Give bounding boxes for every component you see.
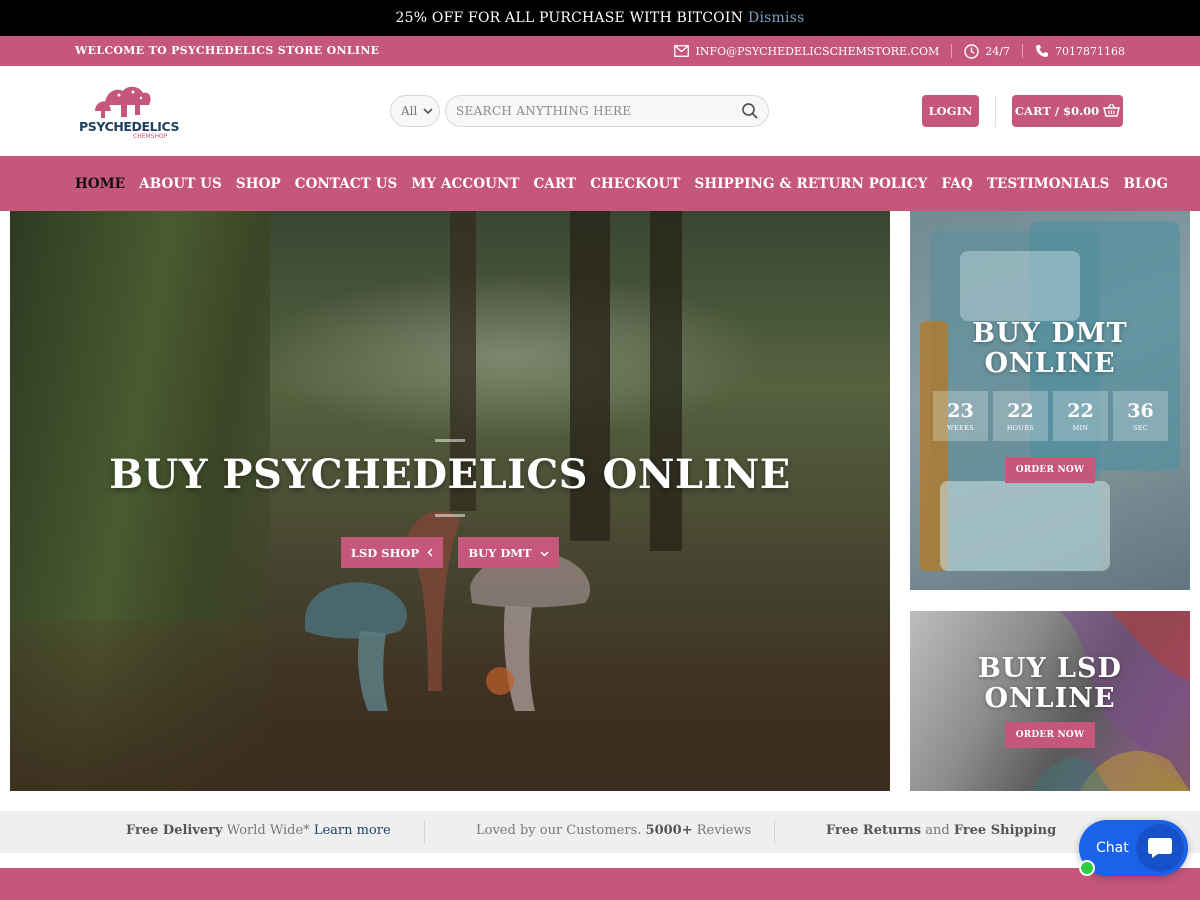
- welcome-text: WELCOME TO PSYCHEDELICS STORE ONLINE: [75, 44, 380, 57]
- feature-text: Loved by our Customers.: [476, 823, 642, 838]
- feature-text: World Wide*: [226, 823, 310, 838]
- phone-link[interactable]: 7017871168: [1035, 44, 1125, 58]
- dismiss-link[interactable]: Dismiss: [748, 10, 804, 26]
- mushroom-logo-icon: [95, 86, 151, 118]
- cart-button[interactable]: CART / $0.00: [1012, 95, 1123, 127]
- category-select[interactable]: All: [390, 95, 440, 127]
- nav-item-faq[interactable]: FAQ: [941, 176, 972, 192]
- promo-dmt-title: BUY DMT ONLINE: [910, 319, 1190, 379]
- countdown-timer: 23 WEEKS 22 HOURS 22 MIN 36 SEC: [933, 391, 1168, 441]
- phone-text: 7017871168: [1055, 44, 1125, 58]
- nav-item-checkout[interactable]: CHECKOUT: [590, 176, 680, 192]
- learn-more-link[interactable]: Learn more: [314, 823, 391, 838]
- promo-buy-lsd[interactable]: BUY LSD ONLINE ORDER NOW: [910, 611, 1190, 791]
- promo-notice-bar: 25% OFF FOR ALL PURCHASE WITH BITCOIN Di…: [0, 0, 1200, 36]
- title-divider: [435, 514, 465, 517]
- chat-bubble-icon: [1136, 824, 1184, 872]
- feature-bold-text: Free Shipping: [953, 823, 1057, 838]
- notice-text: 25% OFF FOR ALL PURCHASE WITH BITCOIN: [395, 10, 744, 26]
- logo-text: PSYCHEDELICS: [79, 119, 180, 134]
- online-status-indicator: [1079, 860, 1095, 876]
- email-link[interactable]: INFO@PSYCHEDELICSCHEMSTORE.COM: [674, 45, 939, 58]
- countdown-seconds: 36 SEC: [1113, 391, 1168, 441]
- divider: [424, 820, 425, 844]
- basket-icon: [1103, 103, 1121, 120]
- countdown-minutes: 22 MIN: [1053, 391, 1108, 441]
- chevron-down-icon: [423, 104, 433, 118]
- lsd-shop-label: LSD SHOP: [350, 545, 420, 560]
- hours-info: 24/7: [964, 43, 1010, 59]
- hero-banner: BUY PSYCHEDELICS ONLINE LSD SHOP BUY DMT: [10, 211, 890, 791]
- nav-item-cart[interactable]: CART: [534, 176, 577, 192]
- countdown-label: SEC: [1132, 424, 1149, 432]
- chevron-down-icon: [540, 546, 549, 560]
- chat-label: Chat: [1096, 840, 1129, 856]
- feature-bold-text: Free Returns: [826, 823, 922, 838]
- envelope-icon: [674, 45, 690, 57]
- clock-icon: [964, 43, 979, 59]
- hours-text: 24/7: [985, 44, 1010, 58]
- feature-free-delivery: Free Delivery World Wide* Learn more: [126, 823, 391, 838]
- countdown-number: 23: [947, 400, 974, 422]
- nav-item-shop[interactable]: SHOP: [236, 176, 281, 192]
- promo-buy-dmt[interactable]: BUY DMT ONLINE 23 WEEKS 22 HOURS 22 MIN …: [910, 211, 1190, 590]
- search-input[interactable]: [446, 104, 726, 118]
- nav-item-blog[interactable]: BLOG: [1124, 176, 1169, 192]
- title-divider: [435, 439, 465, 442]
- nav-item-about-us[interactable]: ABOUT US: [139, 176, 222, 192]
- divider: [1022, 44, 1023, 58]
- nav-item-shipping-return-policy[interactable]: SHIPPING & RETURN POLICY: [695, 176, 928, 192]
- mushroom-illustration: [305, 510, 590, 711]
- promo-lsd-title: BUY LSD ONLINE: [910, 654, 1190, 714]
- order-now-button[interactable]: ORDER NOW: [1005, 457, 1095, 483]
- divider: [774, 820, 775, 844]
- chevron-left-icon: [427, 546, 433, 560]
- contact-info: INFO@PSYCHEDELICSCHEMSTORE.COM 24/7 7017…: [674, 36, 1125, 66]
- feature-bold-text: 5000+: [645, 823, 693, 838]
- countdown-label: HOURS: [1006, 424, 1035, 432]
- countdown-label: MIN: [1072, 424, 1089, 432]
- login-button[interactable]: LOGIN: [922, 95, 979, 127]
- buy-dmt-button[interactable]: BUY DMT: [458, 537, 559, 568]
- divider: [951, 44, 953, 58]
- lsd-shop-button[interactable]: LSD SHOP: [341, 537, 443, 568]
- divider: [995, 95, 996, 127]
- countdown-number: 36: [1127, 400, 1154, 422]
- hero-title: BUY PSYCHEDELICS ONLINE: [109, 451, 791, 498]
- nav-item-contact-us[interactable]: CONTACT US: [295, 176, 398, 192]
- nav-item-testimonials[interactable]: TESTIMONIALS: [987, 176, 1110, 192]
- countdown-number: 22: [1067, 400, 1094, 422]
- order-now-button[interactable]: ORDER NOW: [1005, 722, 1095, 748]
- main-nav: HOME ABOUT US SHOP CONTACT US MY ACCOUNT…: [0, 156, 1200, 211]
- countdown-number: 22: [1007, 400, 1034, 422]
- promo-lsd-title-line1: BUY LSD: [978, 653, 1122, 684]
- promo-dmt-title-line2: ONLINE: [984, 348, 1116, 379]
- feature-reviews: Loved by our Customers. 5000+ Reviews: [476, 823, 751, 838]
- feature-free-returns: Free Returns and Free Shipping: [826, 823, 1056, 838]
- search-bar: [445, 95, 769, 127]
- countdown-label: WEEKS: [947, 424, 974, 432]
- countdown-hours: 22 HOURS: [993, 391, 1048, 441]
- email-text: INFO@PSYCHEDELICSCHEMSTORE.COM: [695, 44, 940, 58]
- site-logo[interactable]: PSYCHEDELICS CHEMSHOP: [77, 83, 180, 141]
- site-header: PSYCHEDELICS CHEMSHOP All LOGIN CART / $…: [0, 66, 1200, 156]
- chat-widget-button[interactable]: Chat: [1079, 820, 1188, 876]
- top-bar: WELCOME TO PSYCHEDELICS STORE ONLINE INF…: [0, 36, 1200, 66]
- promo-dmt-title-line1: BUY DMT: [972, 318, 1128, 349]
- cart-label: CART / $0.00: [1014, 104, 1100, 118]
- logo-subtext: CHEMSHOP: [133, 133, 168, 140]
- nav-item-my-account[interactable]: MY ACCOUNT: [411, 176, 519, 192]
- category-value: All: [401, 104, 418, 118]
- features-strip: Free Delivery World Wide* Learn more Lov…: [0, 811, 1200, 853]
- promo-lsd-title-line2: ONLINE: [984, 683, 1116, 714]
- nav-item-home[interactable]: HOME: [75, 176, 125, 192]
- footer-band: [0, 868, 1200, 900]
- search-icon[interactable]: [741, 102, 759, 124]
- feature-text: Reviews: [696, 823, 752, 838]
- buy-dmt-label: BUY DMT: [468, 545, 532, 560]
- feature-bold-text: Free Delivery: [126, 823, 223, 838]
- phone-icon: [1035, 44, 1049, 58]
- countdown-weeks: 23 WEEKS: [933, 391, 988, 441]
- feature-text: and: [925, 823, 950, 838]
